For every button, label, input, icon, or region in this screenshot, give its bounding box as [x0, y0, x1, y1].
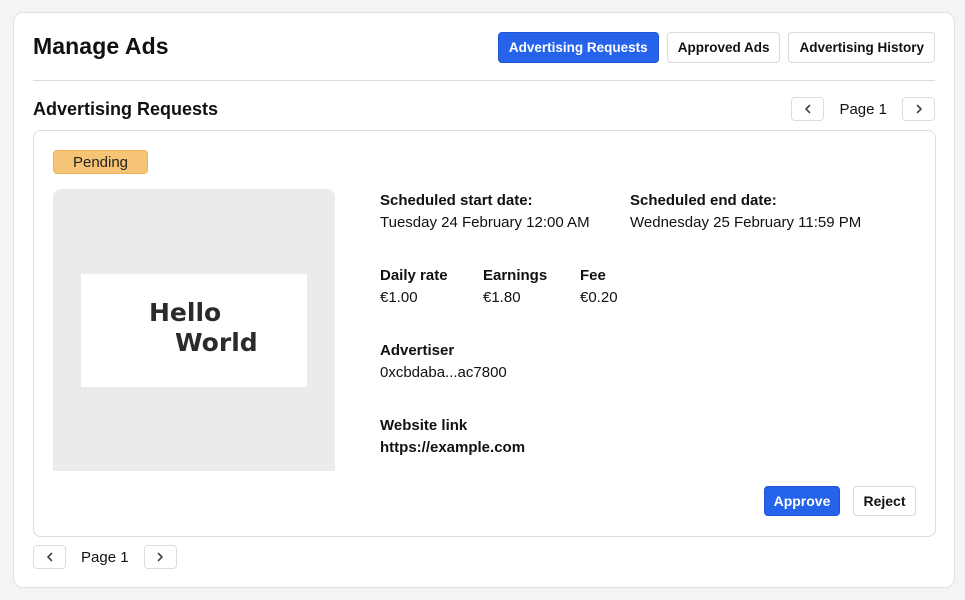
chevron-left-icon: [805, 104, 811, 114]
tab-bar: Advertising Requests Approved Ads Advert…: [497, 32, 935, 63]
prev-page-button[interactable]: [791, 97, 825, 121]
top-pager: Page 1: [791, 97, 935, 121]
scheduled-start-field: Scheduled start date: Tuesday 24 Februar…: [380, 192, 590, 231]
ad-preview-content: Hello World: [81, 274, 307, 387]
tab-advertising-requests[interactable]: Advertising Requests: [497, 32, 659, 63]
fee-field: Fee €0.20: [580, 267, 618, 306]
scheduled-end-value: Wednesday 25 February 11:59 PM: [630, 214, 862, 231]
fee-value: €0.20: [580, 289, 618, 306]
fee-label: Fee: [580, 267, 606, 284]
daily-rate-label: Daily rate: [380, 267, 448, 284]
chevron-right-icon: [916, 104, 922, 114]
reject-button[interactable]: Reject: [853, 486, 916, 516]
advertiser-address: 0xcbdaba...ac7800: [380, 364, 507, 381]
earnings-field: Earnings €1.80: [483, 267, 547, 306]
scheduled-end-field: Scheduled end date: Wednesday 25 Februar…: [630, 192, 861, 231]
website-label: Website link: [380, 417, 468, 434]
earnings-label: Earnings: [483, 267, 548, 284]
advertiser-label: Advertiser: [380, 342, 455, 359]
tab-approved-ads[interactable]: Approved Ads: [666, 32, 781, 63]
next-page-button[interactable]: [143, 545, 177, 569]
approve-button[interactable]: Approve: [764, 486, 840, 516]
scheduled-start-value: Tuesday 24 February 12:00 AM: [380, 214, 590, 231]
page-title: Manage Ads: [33, 33, 169, 59]
chevron-right-icon: [157, 552, 163, 562]
prev-page-button[interactable]: [33, 545, 66, 569]
daily-rate-field: Daily rate €1.00: [380, 267, 448, 306]
tab-advertising-history[interactable]: Advertising History: [788, 32, 935, 63]
ad-preview-text-line2: World: [175, 328, 258, 357]
manage-ads-panel: Manage Ads Advertising Requests Approved…: [13, 12, 955, 588]
advertiser-field: Advertiser 0xcbdaba...ac7800: [380, 342, 507, 381]
ad-preview-image: Hello World: [53, 189, 335, 471]
scheduled-end-label: Scheduled end date:: [630, 192, 777, 209]
header-divider: [33, 80, 935, 81]
website-field: Website link https://example.com: [380, 417, 525, 456]
page-indicator: Page 1: [81, 548, 129, 566]
website-link[interactable]: https://example.com: [380, 439, 525, 456]
earnings-value: €1.80: [483, 289, 521, 306]
status-badge: Pending: [53, 150, 148, 174]
ad-request-card: Pending Hello World Scheduled start date…: [33, 130, 936, 537]
page-indicator: Page 1: [839, 100, 887, 118]
next-page-button[interactable]: [902, 97, 935, 121]
ad-preview-text-line1: Hello: [149, 298, 222, 327]
section-title: Advertising Requests: [33, 99, 219, 119]
chevron-left-icon: [46, 552, 52, 562]
scheduled-start-label: Scheduled start date:: [380, 192, 533, 209]
daily-rate-value: €1.00: [380, 289, 418, 306]
bottom-pager: Page 1: [33, 545, 177, 569]
